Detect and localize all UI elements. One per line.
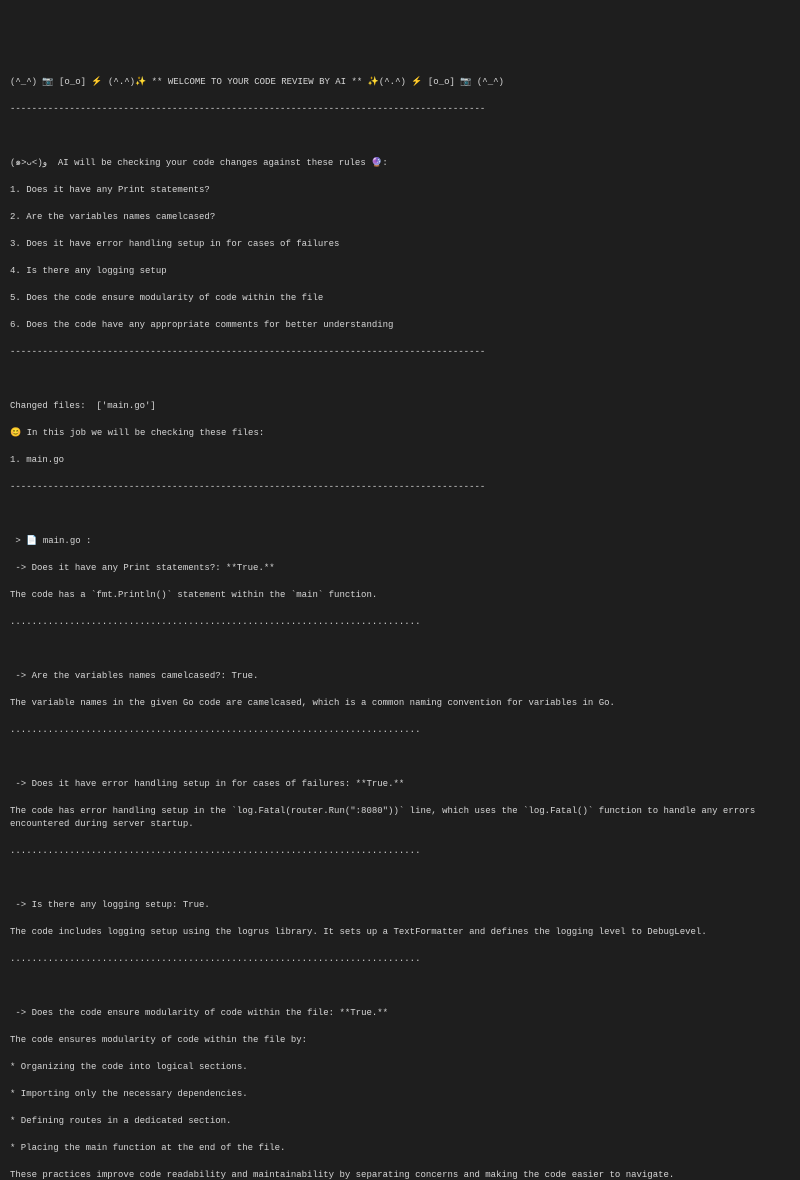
blank [10, 373, 790, 387]
review-detail: The variable names in the given Go code … [10, 697, 790, 711]
review-detail: The code includes logging setup using th… [10, 926, 790, 940]
separator: ----------------------------------------… [10, 103, 790, 117]
dots-separator: ........................................… [10, 953, 790, 967]
review-bullet: * Importing only the necessary dependenc… [10, 1088, 790, 1102]
review-question: -> Are the variables names camelcased?: … [10, 670, 790, 684]
rule-item: 1. Does it have any Print statements? [10, 184, 790, 198]
dots-separator: ........................................… [10, 724, 790, 738]
file-header: > 📄 main.go : [10, 535, 790, 549]
separator: ----------------------------------------… [10, 481, 790, 495]
blank [10, 980, 790, 994]
rule-item: 2. Are the variables names camelcased? [10, 211, 790, 225]
terminal-output: (^_^) 📷 [o_o] ⚡ (^.^)✨ ** WELCOME TO YOU… [10, 62, 790, 1180]
rule-item: 5. Does the code ensure modularity of co… [10, 292, 790, 306]
blank [10, 508, 790, 522]
review-bullet: * Defining routes in a dedicated section… [10, 1115, 790, 1129]
blank [10, 751, 790, 765]
review-bullet: * Placing the main function at the end o… [10, 1142, 790, 1156]
review-detail: These practices improve code readability… [10, 1169, 790, 1180]
review-detail: The code has a `fmt.Println()` statement… [10, 589, 790, 603]
banner-line: (^_^) 📷 [o_o] ⚡ (^.^)✨ ** WELCOME TO YOU… [10, 76, 790, 90]
review-detail: The code ensures modularity of code with… [10, 1034, 790, 1048]
blank [10, 130, 790, 144]
review-question: -> Does the code ensure modularity of co… [10, 1007, 790, 1021]
review-question: -> Is there any logging setup: True. [10, 899, 790, 913]
dots-separator: ........................................… [10, 616, 790, 630]
review-question: -> Does it have any Print statements?: *… [10, 562, 790, 576]
review-question: -> Does it have error handling setup in … [10, 778, 790, 792]
checking-files: 😊 In this job we will be checking these … [10, 427, 790, 441]
file-list-item: 1. main.go [10, 454, 790, 468]
blank [10, 872, 790, 886]
rule-item: 6. Does the code have any appropriate co… [10, 319, 790, 333]
changed-files: Changed files: ['main.go'] [10, 400, 790, 414]
blank [10, 643, 790, 657]
review-bullet: * Organizing the code into logical secti… [10, 1061, 790, 1075]
review-detail: The code has error handling setup in the… [10, 805, 790, 832]
rule-item: 3. Does it have error handling setup in … [10, 238, 790, 252]
intro-lead: (๑˃ᴗ˂)ﻭ AI will be checking your code ch… [10, 157, 790, 171]
rule-item: 4. Is there any logging setup [10, 265, 790, 279]
dots-separator: ........................................… [10, 845, 790, 859]
separator: ----------------------------------------… [10, 346, 790, 360]
